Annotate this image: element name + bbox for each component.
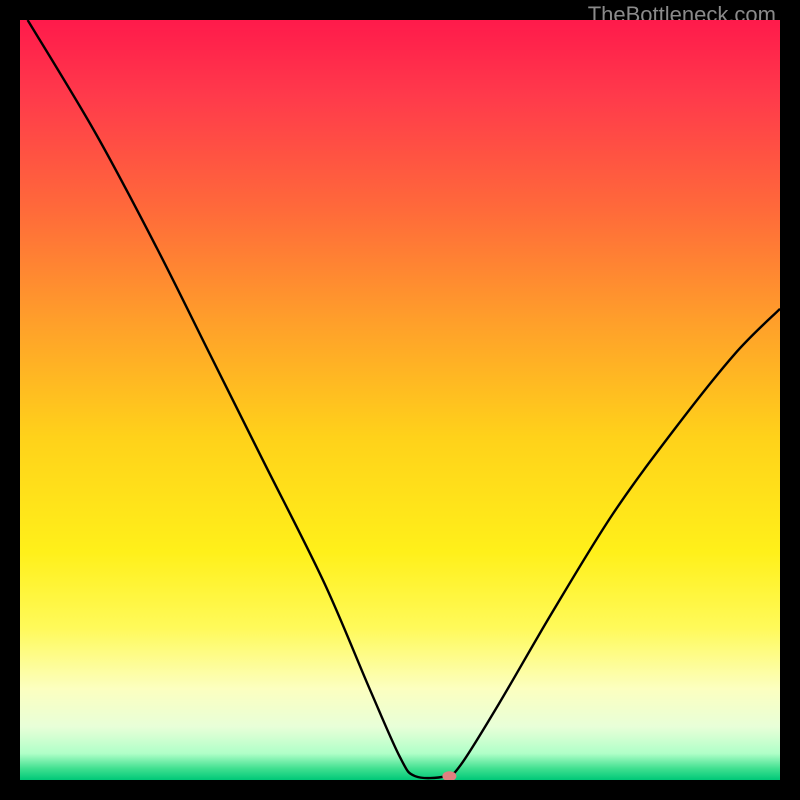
chart-svg [20, 20, 780, 780]
chart-frame: TheBottleneck.com [0, 0, 800, 800]
plot-area [20, 20, 780, 780]
gradient-background [20, 20, 780, 780]
